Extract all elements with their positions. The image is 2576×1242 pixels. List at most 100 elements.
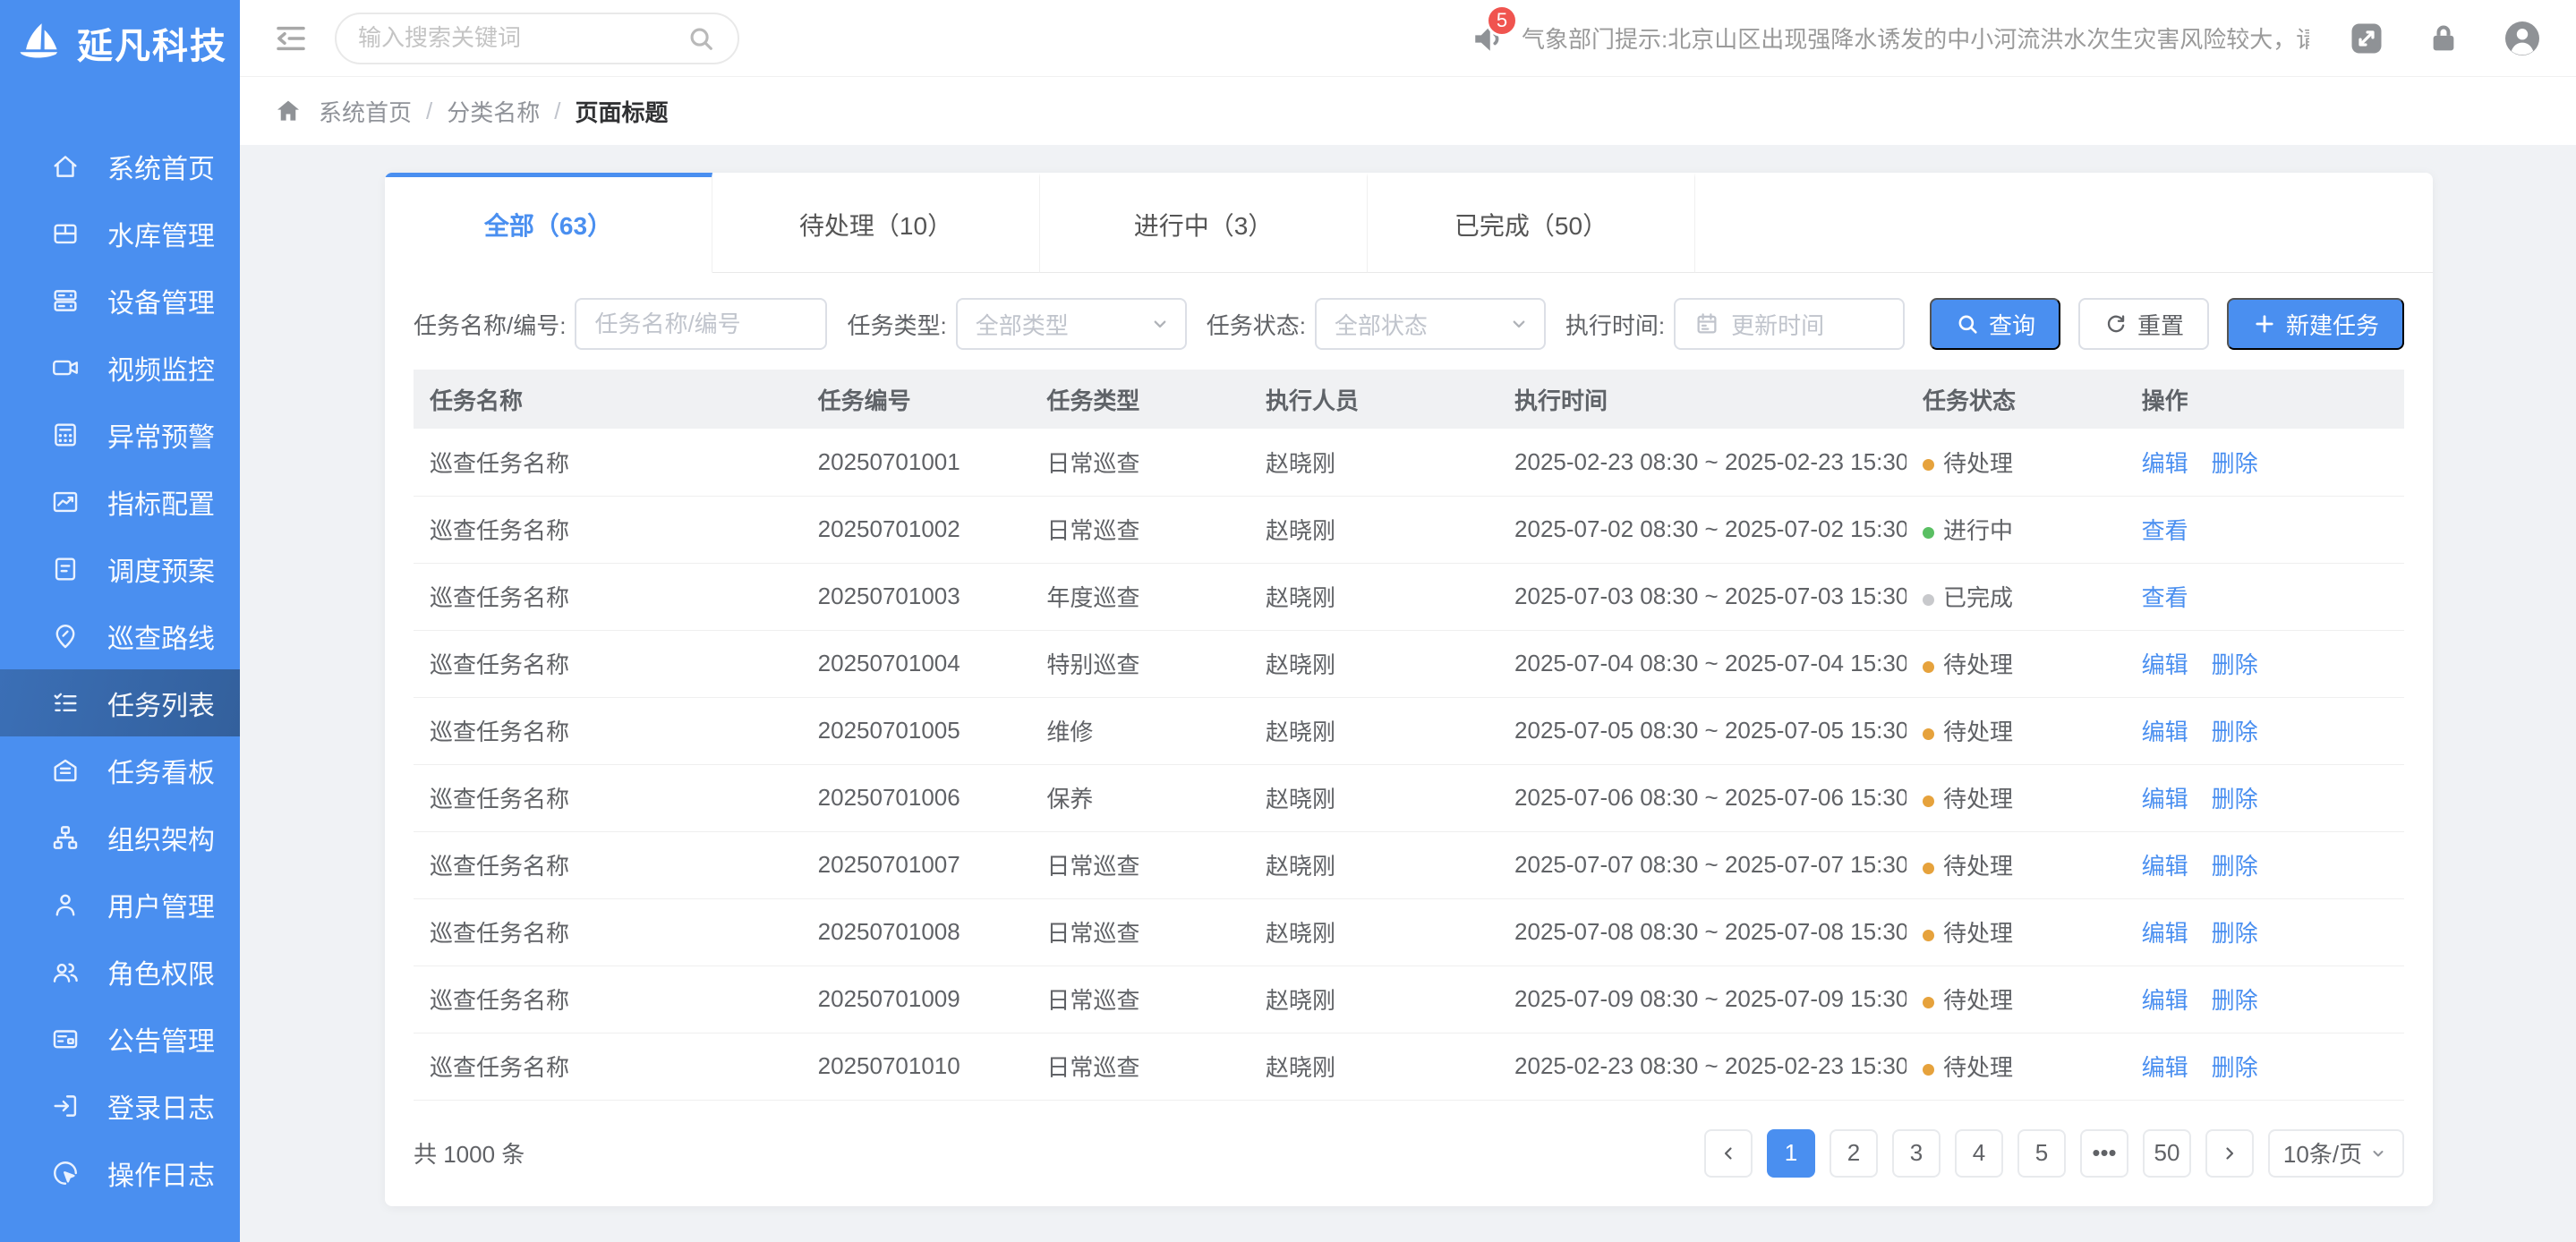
page-button-1[interactable]: 1 [1767,1129,1815,1178]
cell-code: 20250701009 [802,966,1031,1033]
lock-icon[interactable] [2424,19,2463,58]
tab-1[interactable]: 待处理（10） [712,173,1040,273]
sidebar-item-label: 公告管理 [107,1019,215,1059]
breadcrumb-item[interactable]: 分类名称 [447,95,540,128]
sidebar-item-home[interactable]: 系统首页 [0,132,240,200]
status-label: 待处理 [1943,987,2013,1014]
page-button-4[interactable]: 4 [1955,1129,2003,1178]
task-type-select[interactable]: 全部类型 [956,298,1187,350]
page-size-value: 10条/页 [2283,1136,2362,1170]
cell-assignee: 赵晓刚 [1250,1033,1498,1100]
sidebar-item-device[interactable]: 设备管理 [0,267,240,334]
cell-status: 待处理 [1906,697,2126,764]
edit-link[interactable]: 编辑 [2142,987,2188,1014]
sidebar-item-task-board[interactable]: 任务看板 [0,736,240,804]
page-button-3[interactable]: 3 [1892,1129,1941,1178]
delete-link[interactable]: 删除 [2212,450,2258,477]
status-label: 待处理 [1943,920,2013,947]
edit-link[interactable]: 编辑 [2142,651,2188,678]
next-page-button[interactable] [2205,1129,2254,1178]
sidebar-item-roles[interactable]: 角色权限 [0,938,240,1005]
sidebar-item-users[interactable]: 用户管理 [0,871,240,938]
page-button-2[interactable]: 2 [1830,1129,1878,1178]
cell-name: 巡查任务名称 [414,563,802,630]
task-status-select[interactable]: 全部状态 [1315,298,1546,350]
sidebar-item-label: 调度预案 [107,549,215,589]
prev-page-button[interactable] [1704,1129,1753,1178]
page-size-select[interactable]: 10条/页 [2268,1129,2404,1178]
cell-assignee: 赵晓刚 [1250,630,1498,697]
cell-actions: 编辑删除 [2126,831,2404,898]
delete-link[interactable]: 删除 [2212,1054,2258,1081]
edit-link[interactable]: 编辑 [2142,786,2188,812]
task-board-icon [50,755,81,786]
column-header: 任务状态 [1906,370,2126,429]
cell-time: 2025-02-23 08:30 ~ 2025-02-23 15:30 [1498,429,1906,496]
metrics-icon [50,487,81,517]
reservoir-icon [50,218,81,249]
table-row: 巡查任务名称20250701010日常巡查赵晓刚2025-02-23 08:30… [414,1033,2404,1100]
page-button-50[interactable]: 50 [2143,1129,2191,1178]
edit-link[interactable]: 编辑 [2142,450,2188,477]
sidebar-item-plan[interactable]: 调度预案 [0,535,240,602]
tab-bar-filler [1695,173,2433,273]
task-name-input[interactable] [575,298,827,350]
cell-assignee: 赵晓刚 [1250,697,1498,764]
query-button[interactable]: 查询 [1930,298,2060,350]
edit-link[interactable]: 编辑 [2142,1054,2188,1081]
sidebar-item-org[interactable]: 组织架构 [0,804,240,871]
sidebar-item-reservoir[interactable]: 水库管理 [0,200,240,267]
search-input[interactable] [358,24,675,52]
sidebar-item-video[interactable]: 视频监控 [0,334,240,401]
tab-0[interactable]: 全部（63） [385,173,712,273]
search-icon[interactable] [686,23,716,54]
sidebar-item-task-list[interactable]: 任务列表 [0,669,240,736]
exec-time-picker[interactable]: 更新时间 [1674,298,1905,350]
delete-link[interactable]: 删除 [2212,786,2258,812]
filter-time-group: 执行时间: 更新时间 [1565,298,1905,350]
delete-link[interactable]: 删除 [2212,853,2258,880]
sidebar-item-announcement[interactable]: 公告管理 [0,1005,240,1072]
edit-link[interactable]: 编辑 [2142,719,2188,745]
filter-bar: 任务名称/编号: 任务类型: 全部类型 任务状态: 全部状态 [385,273,2433,370]
sidebar-item-operation-log[interactable]: 操作日志 [0,1139,240,1206]
cell-type: 日常巡查 [1030,429,1250,496]
status-dot [1923,527,1934,539]
search-icon [1955,311,1980,336]
route-icon [50,621,81,651]
sidebar-item-metrics[interactable]: 指标配置 [0,468,240,535]
delete-link[interactable]: 删除 [2212,920,2258,947]
edit-link[interactable]: 编辑 [2142,853,2188,880]
status-label: 待处理 [1943,786,2013,812]
delete-link[interactable]: 删除 [2212,719,2258,745]
create-task-button[interactable]: 新建任务 [2227,298,2404,350]
reset-button[interactable]: 重置 [2078,298,2209,350]
page-button-5[interactable]: 5 [2017,1129,2066,1178]
sidebar-item-login-log[interactable]: 登录日志 [0,1072,240,1139]
delete-link[interactable]: 删除 [2212,987,2258,1014]
collapse-sidebar-icon[interactable] [272,20,310,57]
breadcrumb-item[interactable]: 系统首页 [319,95,412,128]
view-link[interactable]: 查看 [2142,517,2188,544]
speaker-icon[interactable]: 5 [1468,19,1507,58]
cell-name: 巡查任务名称 [414,831,802,898]
chevron-down-icon [2367,1143,2389,1164]
avatar-icon[interactable] [2501,17,2544,60]
fullscreen-icon[interactable] [2347,19,2386,58]
status-label: 待处理 [1943,719,2013,745]
tab-3[interactable]: 已完成（50） [1368,173,1695,273]
sidebar-item-warning[interactable]: 异常预警 [0,401,240,468]
tab-2[interactable]: 进行中（3） [1040,173,1368,273]
more-pages-button[interactable]: ••• [2080,1129,2128,1178]
cell-name: 巡查任务名称 [414,966,802,1033]
delete-link[interactable]: 删除 [2212,651,2258,678]
view-link[interactable]: 查看 [2142,584,2188,611]
cell-assignee: 赵晓刚 [1250,966,1498,1033]
sidebar-item-route[interactable]: 巡查路线 [0,602,240,669]
content-area: 全部（63）待处理（10）进行中（3）已完成（50） 任务名称/编号: 任务类型… [240,145,2576,1242]
logo-text: 延凡科技 [77,17,227,69]
table-row: 巡查任务名称20250701004特别巡查赵晓刚2025-07-04 08:30… [414,630,2404,697]
edit-link[interactable]: 编辑 [2142,920,2188,947]
cell-code: 20250701003 [802,563,1031,630]
sidebar-item-label: 系统首页 [107,147,215,186]
